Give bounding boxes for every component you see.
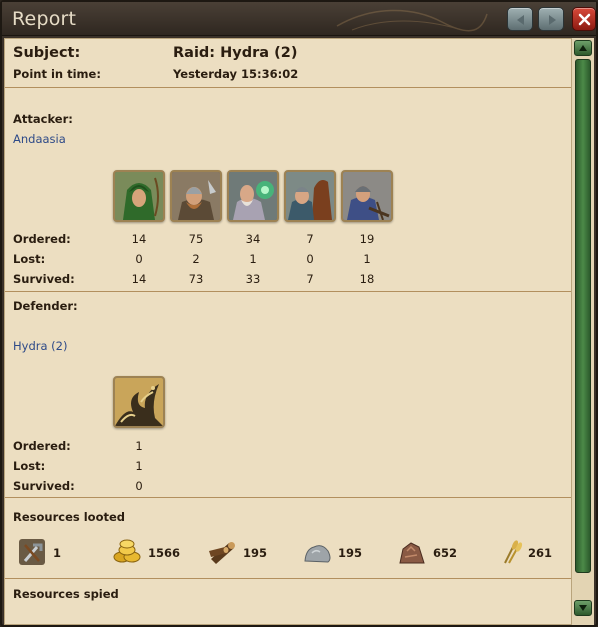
attacker-name-link[interactable]: Andaasia (13, 132, 66, 146)
triangle-right-icon (549, 15, 556, 25)
scroll-down-button[interactable] (574, 600, 592, 616)
attacker-unit-survived: 7 (306, 272, 314, 286)
close-x-icon (578, 13, 591, 26)
attacker-unit-ordered: 75 (188, 232, 204, 246)
defender-unit-lost: 1 (135, 459, 143, 473)
subject-value: Raid: Hydra (2) (173, 45, 298, 61)
vertical-scrollbar[interactable] (572, 38, 594, 625)
attacker-unit-ordered: 7 (306, 232, 314, 246)
defender-divider (5, 497, 571, 498)
scrollbar-thumb[interactable] (575, 59, 591, 573)
looted-gold-value: 1566 (148, 546, 181, 560)
attacker-unit-lost: 0 (135, 252, 143, 266)
looted-divider (5, 578, 571, 579)
wood-logs-icon (209, 542, 235, 564)
crossbowman-unit-icon[interactable] (341, 170, 393, 222)
ore-icon (399, 542, 425, 564)
looted-grain-value: 261 (528, 546, 553, 560)
time-value: Yesterday 15:36:02 (173, 67, 299, 81)
archer-unit-icon[interactable] (113, 170, 165, 222)
attacker-unit-lost: 0 (306, 252, 314, 266)
window-title: Report (12, 8, 77, 30)
attacker-unit-ordered: 14 (131, 232, 147, 246)
defender-survived-label: Survived: (13, 479, 75, 493)
viking-warrior-unit-icon[interactable] (170, 170, 222, 222)
triangle-down-icon (579, 605, 587, 611)
looted-wood-value: 195 (243, 546, 268, 560)
triangle-left-icon (517, 15, 524, 25)
attacker-survived-label: Survived: (13, 272, 75, 286)
attacker-unit-survived: 73 (188, 272, 204, 286)
attacker-ordered-label: Ordered: (13, 232, 71, 246)
tools-icon (19, 539, 45, 565)
attacker-unit-lost: 1 (249, 252, 257, 266)
resources-looted-label: Resources looted (13, 510, 125, 524)
report-content[interactable]: Subject: Raid: Hydra (2) Point in time: … (4, 38, 572, 625)
attacker-unit-survived: 14 (131, 272, 147, 286)
time-label: Point in time: (13, 67, 101, 81)
title-bar[interactable]: Report (2, 2, 596, 36)
report-window: Report Subject: Raid: Hydra (2) Point in… (0, 0, 598, 627)
defender-lost-label: Lost: (13, 459, 46, 473)
attacker-unit-survived: 18 (359, 272, 375, 286)
title-ornament-icon (336, 9, 488, 32)
attacker-lost-label: Lost: (13, 252, 46, 266)
cavalry-unit-icon[interactable] (284, 170, 336, 222)
defender-label: Defender: (13, 299, 78, 313)
close-button[interactable] (572, 7, 596, 31)
defender-ordered-label: Ordered: (13, 439, 71, 453)
mage-unit-icon[interactable] (227, 170, 279, 222)
attacker-unit-ordered: 34 (245, 232, 261, 246)
previous-report-button[interactable] (507, 7, 533, 31)
defender-unit-survived: 0 (135, 479, 143, 493)
attacker-unit-lost: 2 (192, 252, 200, 266)
looted-tools-value: 1 (53, 546, 62, 560)
stone-icon (304, 545, 331, 563)
defender-name-link[interactable]: Hydra (2) (13, 339, 67, 353)
resources-spied-label: Resources spied (13, 587, 119, 601)
defender-unit-ordered: 1 (135, 439, 143, 453)
attacker-unit-ordered: 19 (359, 232, 375, 246)
attacker-unit-survived: 33 (245, 272, 261, 286)
attacker-label: Attacker: (13, 112, 73, 126)
hydra-unit-icon[interactable] (113, 376, 165, 428)
subject-label: Subject: (13, 45, 81, 61)
looted-ore-value: 652 (433, 546, 458, 560)
looted-stone-value: 195 (338, 546, 363, 560)
header-divider (5, 87, 571, 88)
gold-coins-icon (113, 539, 141, 563)
next-report-button[interactable] (538, 7, 564, 31)
triangle-up-icon (579, 45, 587, 51)
scroll-up-button[interactable] (574, 40, 592, 56)
grain-icon (504, 540, 523, 564)
attacker-divider (5, 291, 571, 292)
attacker-unit-lost: 1 (363, 252, 371, 266)
